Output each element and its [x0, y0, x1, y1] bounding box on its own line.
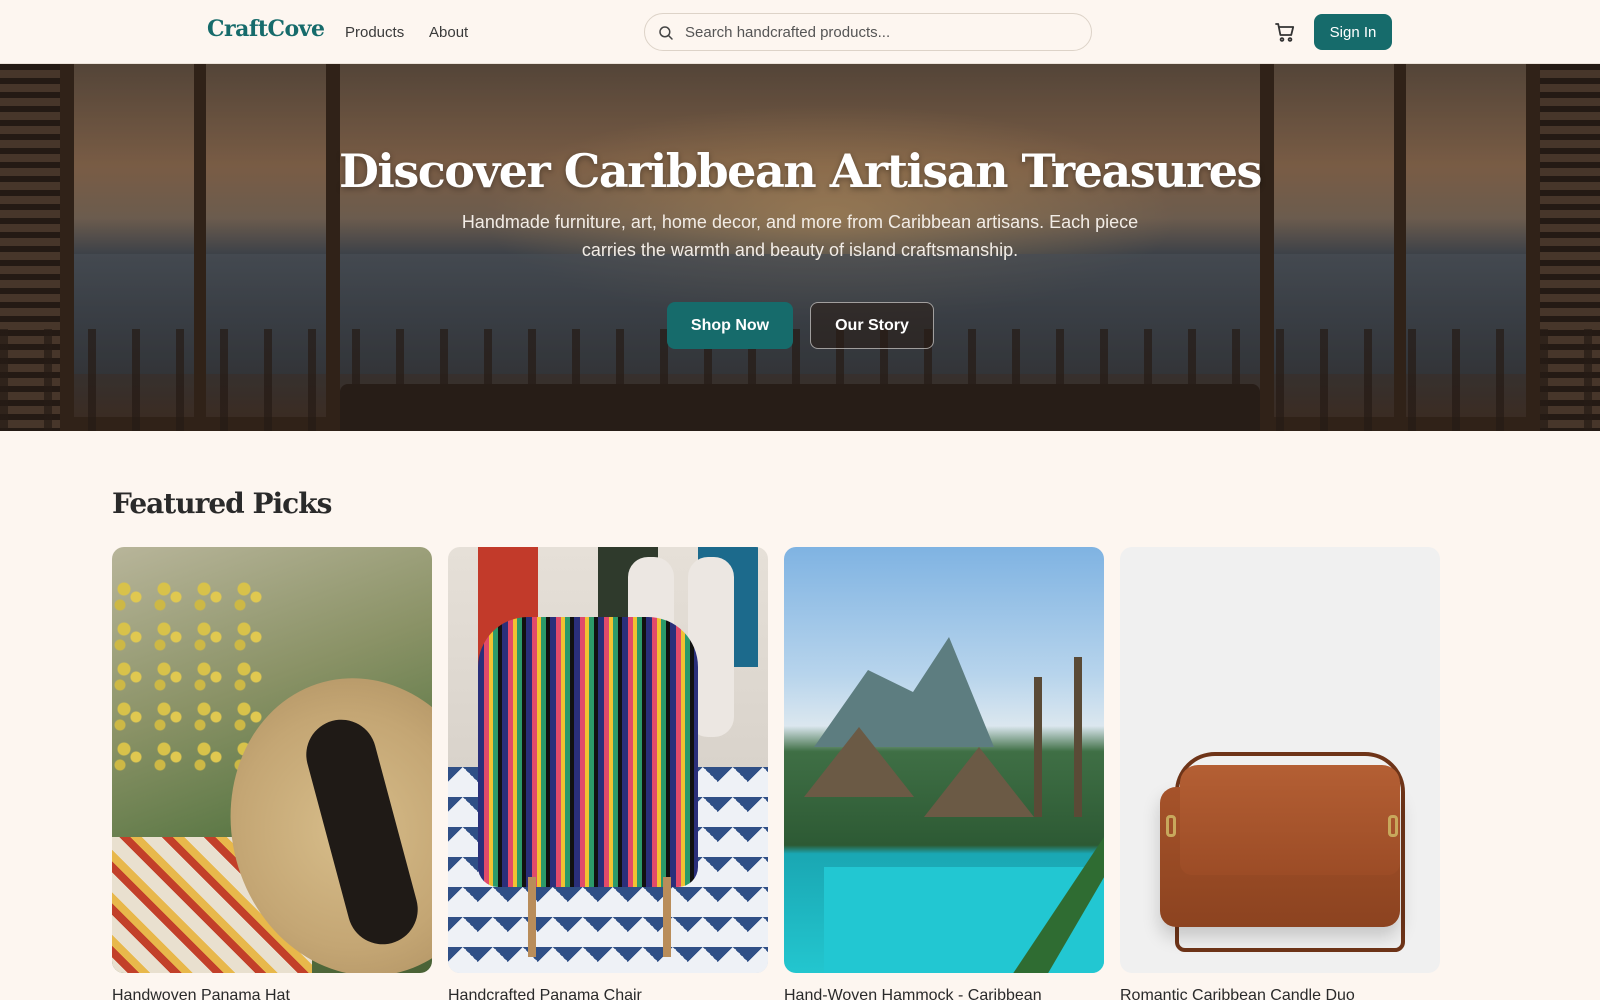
search-icon: [659, 26, 673, 40]
mountain: [814, 637, 994, 747]
product-image[interactable]: [784, 547, 1104, 973]
nav-about-link[interactable]: About: [429, 24, 468, 41]
hero-title: Discover Caribbean Artisan Treasures: [339, 144, 1262, 198]
search-input[interactable]: [685, 14, 1081, 50]
product-card[interactable]: Handcrafted Panama Chair: [448, 547, 768, 1000]
palm-trunk: [1034, 677, 1042, 817]
logo[interactable]: CraftCove: [207, 16, 325, 42]
product-title[interactable]: Romantic Caribbean Candle Duo: [1120, 987, 1440, 1000]
chair-leg: [528, 877, 536, 957]
product-card[interactable]: Hand-Woven Hammock - Caribbean: [784, 547, 1104, 1000]
chair-leg: [663, 877, 671, 957]
product-card[interactable]: Handwoven Panama Hat: [112, 547, 432, 1000]
hut-roof: [924, 747, 1034, 817]
shop-now-button[interactable]: Shop Now: [667, 302, 793, 349]
palm-trunk: [1074, 657, 1082, 817]
hero-banner: Discover Caribbean Artisan Treasures Han…: [0, 64, 1600, 431]
search-bar[interactable]: [644, 13, 1092, 51]
bag-hardware: [1388, 815, 1398, 837]
our-story-button[interactable]: Our Story: [810, 302, 934, 349]
product-title[interactable]: Hand-Woven Hammock - Caribbean: [784, 987, 1104, 1000]
product-image[interactable]: [448, 547, 768, 973]
product-title[interactable]: Handwoven Panama Hat: [112, 987, 432, 1000]
product-image[interactable]: [1120, 547, 1440, 973]
bag-flap: [1180, 765, 1400, 875]
sign-in-button[interactable]: Sign In: [1314, 14, 1392, 50]
mola-chair: [478, 617, 698, 887]
product-title[interactable]: Handcrafted Panama Chair: [448, 987, 768, 1000]
hero-subtitle: Handmade furniture, art, home decor, and…: [461, 212, 1139, 260]
top-header: CraftCove Products About Sign In: [0, 0, 1600, 64]
featured-title: Featured Picks: [112, 487, 332, 520]
nav-products-link[interactable]: Products: [345, 24, 404, 41]
product-card[interactable]: Romantic Caribbean Candle Duo: [1120, 547, 1440, 1000]
cart-icon[interactable]: [1273, 20, 1297, 44]
product-image[interactable]: [112, 547, 432, 973]
bag-hardware: [1166, 815, 1176, 837]
